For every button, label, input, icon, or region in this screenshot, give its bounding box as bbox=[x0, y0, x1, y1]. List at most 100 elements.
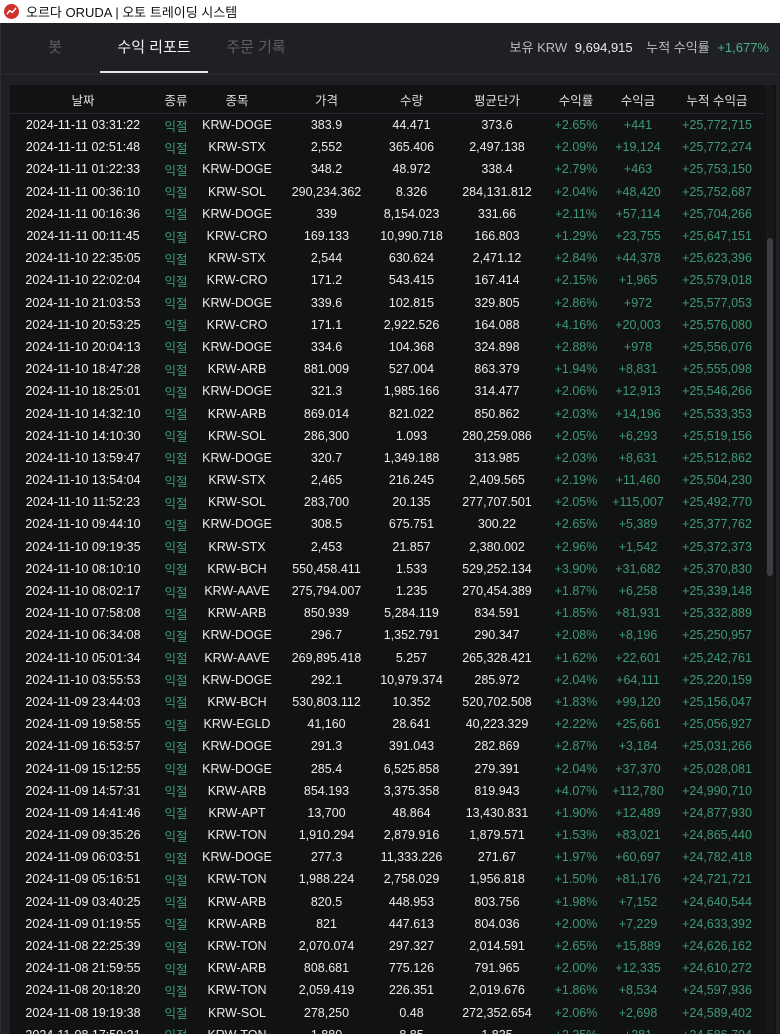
cell-price: 277.3 bbox=[310, 850, 343, 865]
table-row[interactable]: 2024-11-10 20:04:13 익절 KRW-DOGE 334.6 104.36… bbox=[10, 336, 764, 358]
table-row[interactable]: 2024-11-11 03:31:22 익절 KRW-DOGE 383.9 44.471… bbox=[10, 114, 764, 137]
cell-profit: +441 bbox=[623, 118, 653, 133]
cell-return-rate: +2.65% bbox=[554, 118, 598, 133]
table-row[interactable]: 2024-11-10 22:35:05 익절 KRW-STX 2,544 630.624… bbox=[10, 247, 764, 269]
cell-quantity: 2,758.029 bbox=[383, 872, 440, 887]
table-row[interactable]: 2024-11-08 19:19:38 익절 KRW-SOL 278,250 0.48 2… bbox=[10, 1002, 764, 1024]
cell-date: 2024-11-10 18:25:01 bbox=[25, 384, 141, 399]
tab-bot[interactable]: 봇 bbox=[1, 23, 109, 73]
table-row[interactable]: 2024-11-09 05:16:51 익절 KRW-TON 1,988.224 2,7… bbox=[10, 868, 764, 890]
cell-quantity: 8.85 bbox=[375, 1024, 448, 1034]
cell-profit: +115,007 bbox=[612, 495, 664, 510]
cell-price: 1,880 bbox=[278, 1024, 375, 1034]
cell-return-rate: +2.04% bbox=[554, 184, 598, 199]
table-row[interactable]: 2024-11-09 14:41:46 익절 KRW-APT 13,700 48.864… bbox=[10, 802, 764, 824]
table-row[interactable]: 2024-11-10 21:03:53 익절 KRW-DOGE 339.6 102.81… bbox=[10, 292, 764, 314]
table-row[interactable]: 2024-11-10 03:55:53 익절 KRW-DOGE 292.1 10,979… bbox=[10, 669, 764, 691]
cell-cumulative-profit: +25,031,266 bbox=[682, 739, 752, 754]
cell-profit: +12,335 bbox=[615, 961, 661, 976]
table-row[interactable]: 2024-11-10 22:02:04 익절 KRW-CRO 171.2 543.415… bbox=[10, 269, 764, 291]
cell-avg-price: 284,131.812 bbox=[462, 184, 532, 199]
tab-order-history[interactable]: 주문 기록 bbox=[206, 23, 306, 73]
table-row[interactable]: 2024-11-08 22:25:39 익절 KRW-TON 2,070.074 297… bbox=[10, 935, 764, 957]
col-header-date[interactable]: 날짜 bbox=[10, 85, 156, 114]
table-row[interactable]: 2024-11-10 09:19:35 익절 KRW-STX 2,453 21.857 2… bbox=[10, 536, 764, 558]
col-header-return-rate[interactable]: 수익률 bbox=[546, 85, 606, 114]
table-row[interactable]: 2024-11-10 18:47:28 익절 KRW-ARB 881.009 527.0… bbox=[10, 358, 764, 380]
table-row[interactable]: 2024-11-09 14:57:31 익절 KRW-ARB 854.193 3,375… bbox=[10, 780, 764, 802]
table-row[interactable]: 2024-11-10 07:58:08 익절 KRW-ARB 850.939 5,284… bbox=[10, 602, 764, 624]
table-row[interactable]: 2024-11-11 00:36:10 익절 KRW-SOL 290,234.362 8… bbox=[10, 181, 764, 203]
tab-profit-report[interactable]: 수익 리포트 bbox=[100, 23, 208, 73]
cell-return-rate: +1.50% bbox=[554, 872, 598, 887]
table-row[interactable]: 2024-11-11 01:22:33 익절 KRW-DOGE 348.2 48.972… bbox=[10, 158, 764, 180]
cell-type: 익절 bbox=[164, 141, 188, 156]
table-row[interactable]: 2024-11-08 20:18:20 익절 KRW-TON 2,059.419 226… bbox=[10, 979, 764, 1001]
cell-symbol: KRW-DOGE bbox=[202, 739, 272, 754]
cell-cumulative-profit: +25,156,047 bbox=[682, 694, 752, 709]
table-row[interactable]: 2024-11-08 21:59:55 익절 KRW-ARB 808.681 775.1… bbox=[10, 957, 764, 979]
cell-avg-price: 803.756 bbox=[474, 894, 520, 909]
cell-return-rate: +4.16% bbox=[554, 317, 598, 332]
table-row[interactable]: 2024-11-09 06:03:51 익절 KRW-DOGE 277.3 11,333… bbox=[10, 846, 764, 868]
cell-return-rate: +3.90% bbox=[554, 561, 598, 576]
table-row[interactable]: 2024-11-09 09:35:26 익절 KRW-TON 1,910.294 2,8… bbox=[10, 824, 764, 846]
account-summary: 보유 KRW 9,694,915 누적 수익률 +1,677% bbox=[510, 23, 769, 73]
cell-price: 348.2 bbox=[310, 162, 343, 177]
col-header-avg-price[interactable]: 평균단가 bbox=[448, 85, 546, 114]
window-title: 오르다 ORUDA | 오토 트레이딩 시스템 bbox=[26, 5, 238, 20]
cell-type: 익절 bbox=[164, 851, 188, 866]
cell-return-rate: +2.09% bbox=[554, 140, 598, 155]
cell-return-rate: +2.11% bbox=[555, 206, 597, 221]
table-row[interactable]: 2024-11-10 08:10:10 익절 KRW-BCH 550,458.411 1… bbox=[10, 558, 764, 580]
table-row[interactable]: 2024-11-10 20:53:25 익절 KRW-CRO 171.1 2,922.5… bbox=[10, 314, 764, 336]
table-row[interactable]: 2024-11-09 15:12:55 익절 KRW-DOGE 285.4 6,525.… bbox=[10, 757, 764, 779]
cell-return-rate: +2.00% bbox=[554, 916, 598, 931]
cell-date: 2024-11-08 21:59:55 bbox=[25, 961, 141, 976]
cell-profit: +12,489 bbox=[615, 805, 661, 820]
table-row[interactable]: 2024-11-10 05:01:34 익절 KRW-AAVE 269,895.418… bbox=[10, 647, 764, 669]
table-row[interactable]: 2024-11-11 02:51:48 익절 KRW-STX 2,552 365.406… bbox=[10, 136, 764, 158]
cell-price: 820.5 bbox=[310, 894, 343, 909]
col-header-profit[interactable]: 수익금 bbox=[606, 85, 670, 114]
scrollbar-thumb[interactable] bbox=[767, 238, 773, 576]
cell-price: 334.6 bbox=[310, 339, 343, 354]
table-row[interactable]: 2024-11-11 00:16:36 익절 KRW-DOGE 339 8,154.02… bbox=[10, 203, 764, 225]
col-header-cumulative-profit[interactable]: 누적 수익금 bbox=[670, 85, 764, 114]
col-header-price[interactable]: 가격 bbox=[278, 85, 375, 114]
table-row[interactable]: 2024-11-09 03:40:25 익절 KRW-ARB 820.5 448.953… bbox=[10, 891, 764, 913]
table-row[interactable]: 2024-11-09 19:58:55 익절 KRW-EGLD 41,160 28.64… bbox=[10, 713, 764, 735]
cell-symbol: KRW-DOGE bbox=[202, 850, 272, 865]
cell-cumulative-profit: +25,372,373 bbox=[682, 539, 752, 554]
table-row[interactable]: 2024-11-09 23:44:03 익절 KRW-BCH 530,803.112 1… bbox=[10, 691, 764, 713]
col-header-symbol[interactable]: 종목 bbox=[196, 85, 278, 114]
cell-quantity: 44.471 bbox=[392, 118, 431, 133]
table-row[interactable]: 2024-11-10 18:25:01 익절 KRW-DOGE 321.3 1,985.… bbox=[10, 380, 764, 402]
table-row[interactable]: 2024-11-08 17:59:31익절KRW-TON1,8808.851,8… bbox=[10, 1024, 764, 1034]
col-header-type[interactable]: 종류 bbox=[156, 85, 196, 114]
col-header-quantity[interactable]: 수량 bbox=[375, 85, 448, 114]
cell-avg-price: 166.803 bbox=[474, 229, 520, 244]
table-row[interactable]: 2024-11-10 06:34:08 익절 KRW-DOGE 296.7 1,352.… bbox=[10, 624, 764, 646]
app-logo-icon bbox=[4, 4, 19, 19]
cell-date: 2024-11-11 00:36:10 bbox=[25, 184, 141, 199]
cell-avg-price: 2,497.138 bbox=[469, 140, 525, 155]
cell-avg-price: 1,835 bbox=[448, 1024, 546, 1034]
table-row[interactable]: 2024-11-10 08:02:17 익절 KRW-AAVE 275,794.007… bbox=[10, 580, 764, 602]
table-row[interactable]: 2024-11-10 11:52:23 익절 KRW-SOL 283,700 20.13… bbox=[10, 491, 764, 513]
vertical-scrollbar[interactable] bbox=[766, 85, 774, 1034]
cell-type: 익절 bbox=[156, 1024, 196, 1034]
table-row[interactable]: 2024-11-10 13:54:04 익절 KRW-STX 2,465 216.245… bbox=[10, 469, 764, 491]
cell-cumulative-profit: +25,772,274 bbox=[682, 140, 752, 155]
table-row[interactable]: 2024-11-10 13:59:47 익절 KRW-DOGE 320.7 1,349.… bbox=[10, 447, 764, 469]
cell-avg-price: 279.391 bbox=[474, 761, 520, 776]
cell-cumulative-profit: +25,556,076 bbox=[682, 339, 752, 354]
table-row[interactable]: 2024-11-11 00:11:45 익절 KRW-CRO 169.133 10,99… bbox=[10, 225, 764, 247]
table-row[interactable]: 2024-11-10 14:32:10 익절 KRW-ARB 869.014 821.0… bbox=[10, 402, 764, 424]
cell-type: 익절 bbox=[164, 940, 188, 955]
table-row[interactable]: 2024-11-09 16:53:57 익절 KRW-DOGE 291.3 391.04… bbox=[10, 735, 764, 757]
table-row[interactable]: 2024-11-10 09:44:10 익절 KRW-DOGE 308.5 675.75… bbox=[10, 513, 764, 535]
table-row[interactable]: 2024-11-10 14:10:30 익절 KRW-SOL 286,300 1.093… bbox=[10, 425, 764, 447]
cell-avg-price: 285.972 bbox=[474, 672, 520, 687]
table-row[interactable]: 2024-11-09 01:19:55 익절 KRW-ARB 821 447.613 80… bbox=[10, 913, 764, 935]
